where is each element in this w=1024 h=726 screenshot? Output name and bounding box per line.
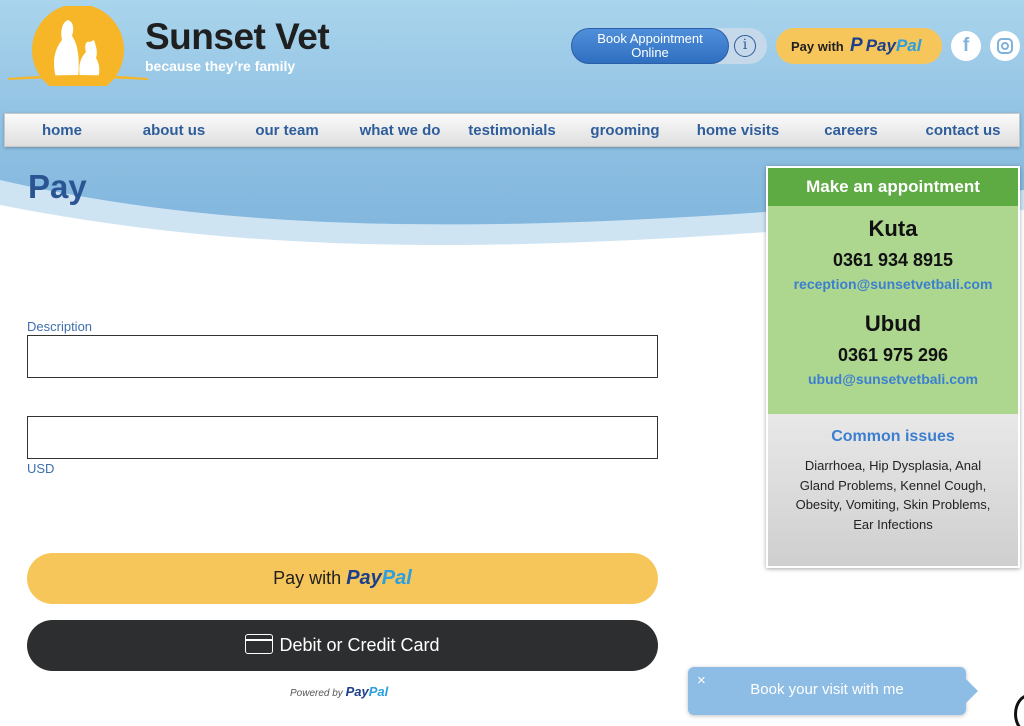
phone-kuta[interactable]: 0361 934 8915 [768,250,1018,271]
description-label: Description [27,319,93,334]
appointment-heading: Make an appointment [768,168,1018,206]
nav-item-testimonials[interactable]: testimonials [456,122,568,139]
brand-title[interactable]: Sunset Vet [145,16,330,58]
amount-input[interactable] [27,416,658,459]
powered-by-label: Powered by [290,688,343,699]
nav-item-careers[interactable]: careers [795,122,907,139]
nav-item-our-team[interactable]: our team [231,122,343,139]
paypal-header-button[interactable]: Pay with P PayPal [776,28,942,64]
info-icon[interactable]: i [734,35,756,57]
nav-item-grooming[interactable]: grooming [569,122,681,139]
common-issues-section: Common issues Diarrhoea, Hip Dysplasia, … [768,414,1018,566]
instagram-lens [1001,42,1009,50]
facebook-icon[interactable]: f [951,31,981,61]
nav-item-home-visits[interactable]: home visits [682,122,794,139]
main-navigation: home about us our team what we do testim… [4,113,1020,147]
pay-with-label: Pay with [273,568,342,588]
phone-ubud[interactable]: 0361 975 296 [768,345,1018,366]
logo-mark-icon [8,4,148,96]
nav-item-what-we-do[interactable]: what we do [344,122,456,139]
chat-label: Book your visit with me [750,681,904,698]
paypal-wordmark: P PayPal [850,35,922,56]
book-online-group: Book Appointment Online i [571,28,767,64]
chat-avatar-edge[interactable] [1014,694,1024,726]
location-name-kuta: Kuta [868,216,918,241]
book-appointment-online-button[interactable]: Book Appointment Online [571,28,729,64]
brand-tagline: because they’re family [145,58,296,74]
chat-widget[interactable]: × Book your visit with me [688,667,978,715]
appointment-panel: Make an appointment Kuta 0361 934 8915 r… [766,166,1020,568]
paypal-p-icon: P [850,35,863,56]
paypal-wordmark: PayPal [346,567,412,589]
common-issues-title[interactable]: Common issues [768,428,1018,446]
nav-item-about-us[interactable]: about us [118,122,230,139]
common-issues-list: Diarrhoea, Hip Dysplasia, Anal Gland Pro… [795,458,991,532]
credit-card-icon [245,634,274,655]
page-title: Pay [28,168,87,205]
book-appointment-label: Book Appointment Online [597,31,703,60]
debit-credit-card-button[interactable]: Debit or Credit Card [27,620,658,671]
currency-label: USD [27,461,55,476]
locations-section: Kuta 0361 934 8915 reception@sunsetvetba… [768,206,1018,414]
location-name-ubud: Ubud [864,311,922,336]
pay-with-label: Pay with [791,39,844,54]
paypal-wordmark: PayPal [345,684,389,699]
email-ubud[interactable]: ubud@sunsetvetbali.com [768,371,1018,387]
email-kuta[interactable]: reception@sunsetvetbali.com [768,276,1018,292]
description-input[interactable] [27,335,658,378]
nav-item-home[interactable]: home [6,122,118,139]
nav-item-contact-us[interactable]: contact us [907,122,1019,139]
powered-by-paypal: Powered by PayPal [290,684,388,699]
pay-with-paypal-button[interactable]: Pay with PayPal [27,553,658,604]
instagram-icon[interactable] [990,31,1020,61]
card-button-label: Debit or Credit Card [279,635,440,655]
